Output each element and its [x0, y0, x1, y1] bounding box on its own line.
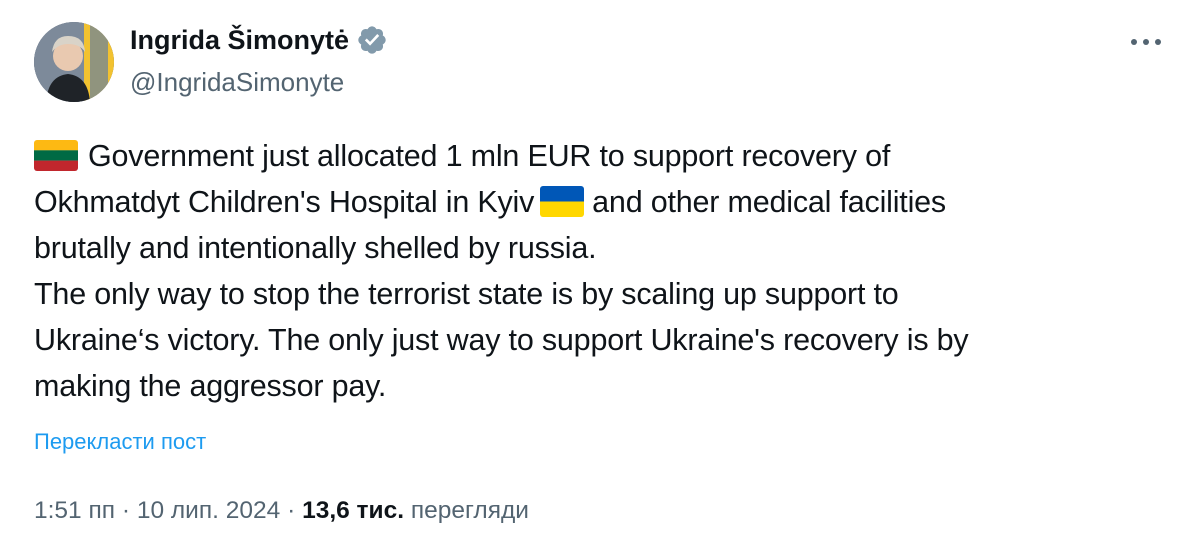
tweet-line: Government just allocated 1 mln EUR to s… [34, 133, 1154, 179]
tweet-meta: 1:51 пп · 10 лип. 2024 · 13,6 тис. перег… [34, 493, 529, 529]
meta-separator: · [121, 497, 131, 524]
more-options-icon[interactable] [1126, 30, 1166, 54]
avatar-photo [34, 22, 114, 102]
tweet-line: brutally and intentionally shelled by ru… [34, 231, 597, 265]
author-handle[interactable]: @IngridaSimonyte [130, 64, 344, 100]
tweet-date[interactable]: 10 лип. 2024 [137, 497, 280, 524]
translate-post-link[interactable]: Перекласти пост [34, 427, 206, 457]
views-label: перегляди [410, 497, 529, 524]
tweet-time[interactable]: 1:51 пп [34, 497, 115, 524]
tweet-line: Ukraine‘s victory. The only just way to … [34, 323, 969, 357]
tweet-text: Government just allocated 1 mln EUR to s… [34, 133, 1154, 409]
meta-separator: · [287, 497, 296, 524]
ukraine-flag-icon [540, 186, 585, 217]
tweet-line-text: Government just allocated 1 mln EUR to s… [88, 139, 891, 173]
tweet-line: The only way to stop the terrorist state… [34, 277, 899, 311]
tweet-line-text: and other medical facilities [592, 185, 946, 219]
lithuania-flag-icon [34, 140, 78, 171]
avatar[interactable] [34, 22, 114, 102]
views-count: 13,6 тис. [302, 497, 405, 524]
tweet-line: making the aggressor pay. [34, 369, 387, 403]
author-name-text[interactable]: Ingrida Šimonytė [130, 22, 349, 58]
tweet-line-text: Okhmatdyt Children's Hospital in Kyiv [34, 185, 535, 219]
verified-badge-icon [358, 26, 386, 54]
author-name[interactable]: Ingrida Šimonytė [130, 22, 388, 58]
tweet-line: Okhmatdyt Children's Hospital in Kyiv an… [34, 179, 1154, 225]
